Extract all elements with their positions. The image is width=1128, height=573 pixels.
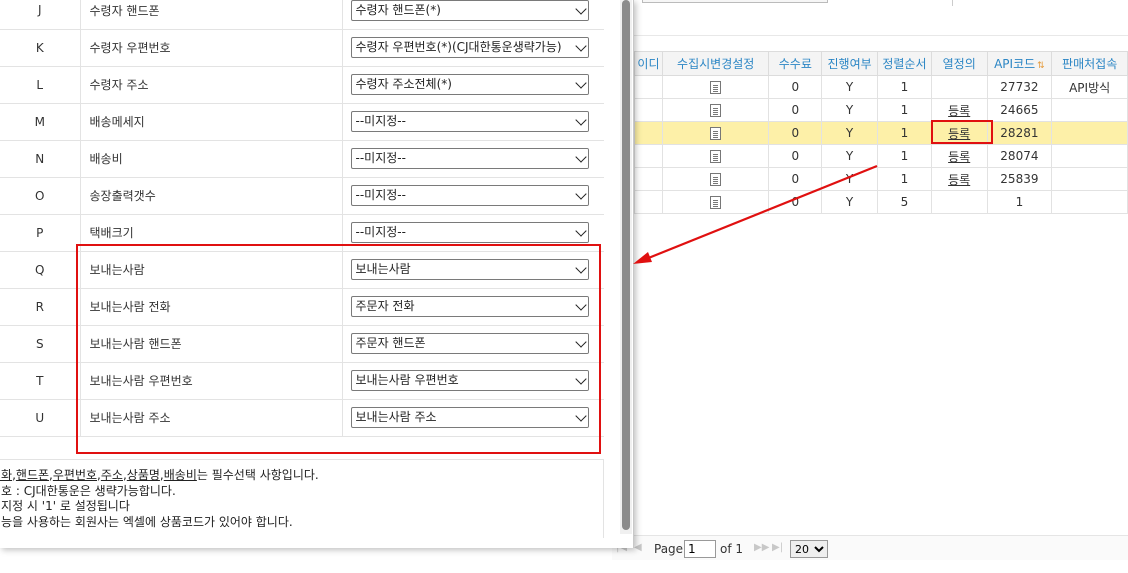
annotation-arrow [633, 164, 878, 264]
